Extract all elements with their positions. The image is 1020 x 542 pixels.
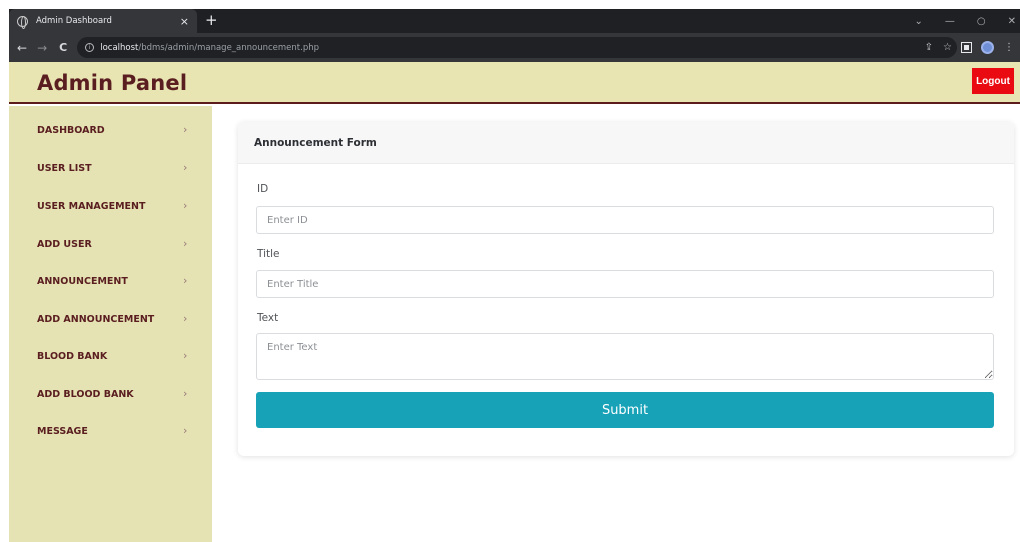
sidebar-item-dashboard[interactable]: DASHBOARD › [37, 120, 207, 140]
chevron-right-icon: › [183, 312, 188, 325]
logout-button[interactable]: Logout [972, 68, 1014, 94]
address-bar[interactable]: i localhost/bdms/admin/manage_announceme… [77, 37, 958, 58]
minimize-icon[interactable]: — [945, 16, 955, 27]
menu-kebab-icon[interactable]: ⋮ [1004, 42, 1014, 53]
chevron-right-icon: › [183, 161, 188, 174]
screen: Admin Dashboard × + ⌄ — ○ ✕ ← → C i loca… [0, 0, 1020, 542]
sidebar-item-user-management[interactable]: USER MANAGEMENT › [37, 196, 207, 216]
chevron-right-icon: › [183, 199, 188, 212]
chevron-right-icon: › [183, 349, 188, 362]
browser-tab[interactable]: Admin Dashboard × [9, 9, 197, 33]
sidebar-item-label: ADD USER [37, 238, 92, 250]
chevron-right-icon: › [183, 123, 188, 136]
url-text: localhost/bdms/admin/manage_announcement… [100, 42, 320, 53]
sidebar-item-announcement[interactable]: ANNOUNCEMENT › [37, 271, 207, 291]
submit-button[interactable]: Submit [256, 392, 994, 428]
toolbar-actions: ⇪ ☆ ⋮ [925, 33, 1014, 62]
id-input[interactable] [256, 206, 994, 234]
tab-search-icon[interactable]: ⌄ [914, 16, 922, 27]
share-icon[interactable]: ⇪ [925, 42, 933, 53]
left-margin [0, 0, 9, 542]
bookmark-star-icon[interactable]: ☆ [943, 42, 952, 53]
card-header: Announcement Form [238, 122, 1014, 164]
sidebar: DASHBOARD › USER LIST › USER MANAGEMENT … [9, 106, 212, 542]
sidebar-item-add-announcement[interactable]: ADD ANNOUNCEMENT › [37, 309, 207, 329]
text-label: Text [257, 312, 279, 324]
sidebar-item-add-blood-bank[interactable]: ADD BLOOD BANK › [37, 384, 207, 404]
tab-title: Admin Dashboard [36, 16, 112, 26]
sidebar-item-add-user[interactable]: ADD USER › [37, 234, 207, 254]
admin-header: Admin Panel Logout [9, 62, 1020, 104]
new-tab-button[interactable]: + [205, 11, 218, 29]
close-window-icon[interactable]: ✕ [1008, 16, 1016, 27]
chevron-right-icon: › [183, 387, 188, 400]
sidebar-item-label: ADD BLOOD BANK [37, 388, 134, 400]
profile-avatar[interactable] [981, 41, 994, 54]
sidebar-item-label: DASHBOARD [37, 124, 105, 136]
sidebar-item-blood-bank[interactable]: BLOOD BANK › [37, 346, 207, 366]
sidebar-item-label: MESSAGE [37, 425, 88, 437]
chevron-right-icon: › [183, 424, 188, 437]
site-info-icon[interactable]: i [85, 43, 95, 52]
sidebar-item-label: ADD ANNOUNCEMENT [37, 313, 155, 325]
text-textarea[interactable] [256, 333, 994, 380]
sidebar-item-label: USER LIST [37, 162, 92, 174]
close-tab-icon[interactable]: × [180, 15, 189, 28]
title-label: Title [257, 248, 280, 260]
sidebar-item-label: BLOOD BANK [37, 350, 108, 362]
sidebar-item-label: USER MANAGEMENT [37, 200, 146, 212]
maximize-icon[interactable]: ○ [977, 16, 986, 27]
browser-tab-bar: Admin Dashboard × + ⌄ — ○ ✕ [9, 9, 1020, 33]
page-brand-title: Admin Panel [37, 71, 188, 95]
sidebar-item-label: ANNOUNCEMENT [37, 275, 128, 287]
window-controls: ⌄ — ○ ✕ [914, 9, 1016, 33]
sidebar-toggle-icon[interactable] [961, 42, 972, 53]
sidebar-item-message[interactable]: MESSAGE › [37, 421, 207, 441]
id-label: ID [257, 183, 269, 195]
reload-icon[interactable]: C [59, 41, 67, 54]
globe-icon [17, 15, 28, 29]
back-icon[interactable]: ← [17, 41, 27, 55]
title-input[interactable] [256, 270, 994, 298]
forward-icon[interactable]: → [37, 41, 47, 55]
browser-toolbar: ← → C i localhost/bdms/admin/manage_anno… [9, 33, 1020, 62]
form-title: Announcement Form [254, 137, 377, 149]
chevron-right-icon: › [183, 237, 188, 250]
announcement-form-card: Announcement Form ID Title Text Submit [238, 122, 1014, 456]
sidebar-item-user-list[interactable]: USER LIST › [37, 158, 207, 178]
chevron-right-icon: › [183, 274, 188, 287]
